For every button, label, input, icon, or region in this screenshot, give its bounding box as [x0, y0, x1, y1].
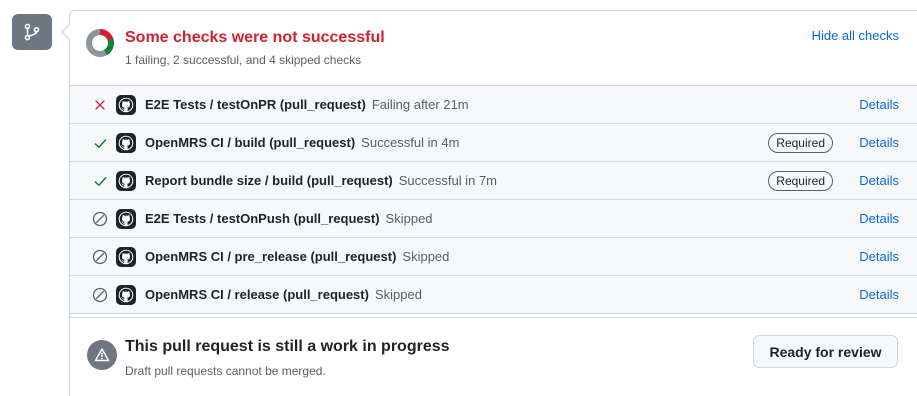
check-status-text: Skipped [385, 211, 433, 226]
check-status-text: Skipped [374, 287, 422, 302]
github-app-icon [116, 247, 136, 267]
check-name: E2E Tests / testOnPush (pull_request) Ski… [145, 211, 433, 226]
github-app-icon [116, 95, 136, 115]
check-row: Report bundle size / build (pull_request… [70, 162, 917, 200]
checks-status-donut-icon [86, 29, 114, 57]
details-link[interactable]: Details [859, 173, 899, 188]
check-name-text: OpenMRS CI / pre_release (pull_request) [145, 249, 397, 264]
checks-summary-title: Some checks were not successful [125, 29, 385, 46]
check-status-text: Failing after 21m [371, 97, 469, 112]
draft-subtitle: Draft pull requests cannot be merged. [125, 364, 326, 378]
check-icon [92, 173, 108, 189]
draft-title: This pull request is still a work in pro… [125, 338, 450, 355]
merge-box: Some checks were not successful 1 failin… [69, 10, 917, 396]
required-badge: Required [768, 133, 833, 153]
github-app-icon [116, 133, 136, 153]
details-link[interactable]: Details [859, 211, 899, 226]
github-app-icon [116, 171, 136, 191]
github-app-icon [116, 285, 136, 305]
ready-for-review-button[interactable]: Ready for review [753, 335, 898, 368]
details-link[interactable]: Details [859, 97, 899, 112]
check-icon [92, 135, 108, 151]
skip-icon [92, 287, 108, 303]
check-row: OpenMRS CI / build (pull_request) Success… [70, 124, 917, 162]
check-name-text: Report bundle size / build (pull_request… [145, 173, 393, 188]
check-name: OpenMRS CI / release (pull_request) Skipp… [145, 287, 422, 302]
skip-icon [92, 211, 108, 227]
check-status-text: Skipped [402, 249, 450, 264]
check-name-text: OpenMRS CI / build (pull_request) [145, 135, 356, 150]
check-name: OpenMRS CI / build (pull_request) Success… [145, 135, 459, 150]
draft-status-section: This pull request is still a work in pro… [70, 317, 917, 396]
checks-summary-header: Some checks were not successful 1 failin… [70, 11, 917, 86]
check-name: Report bundle size / build (pull_request… [145, 173, 497, 188]
check-status-text: Successful in 7m [398, 173, 498, 188]
alert-icon [87, 340, 117, 370]
check-name: OpenMRS CI / pre_release (pull_request) S… [145, 249, 449, 264]
timeline-caret-fill [63, 25, 70, 39]
skip-icon [92, 249, 108, 265]
details-link[interactable]: Details [859, 249, 899, 264]
check-name-text: OpenMRS CI / release (pull_request) [145, 287, 369, 302]
check-name: E2E Tests / testOnPR (pull_request) Faili… [145, 97, 469, 112]
check-row: OpenMRS CI / release (pull_request) Skipp… [70, 276, 917, 314]
check-row: OpenMRS CI / pre_release (pull_request) S… [70, 238, 917, 276]
x-icon [92, 97, 108, 113]
check-name-text: E2E Tests / testOnPR (pull_request) [145, 97, 366, 112]
check-row: E2E Tests / testOnPR (pull_request) Faili… [70, 86, 917, 124]
git-branch-icon [12, 14, 52, 50]
checks-summary-subtitle: 1 failing, 2 successful, and 4 skipped c… [125, 53, 362, 67]
checks-list: E2E Tests / testOnPR (pull_request) Faili… [70, 86, 917, 314]
required-badge: Required [768, 171, 833, 191]
check-name-text: E2E Tests / testOnPush (pull_request) [145, 211, 380, 226]
hide-all-checks-link[interactable]: Hide all checks [812, 28, 899, 43]
check-row: E2E Tests / testOnPush (pull_request) Ski… [70, 200, 917, 238]
details-link[interactable]: Details [859, 135, 899, 150]
details-link[interactable]: Details [859, 287, 899, 302]
github-app-icon [116, 209, 136, 229]
check-status-text: Successful in 4m [361, 135, 460, 150]
